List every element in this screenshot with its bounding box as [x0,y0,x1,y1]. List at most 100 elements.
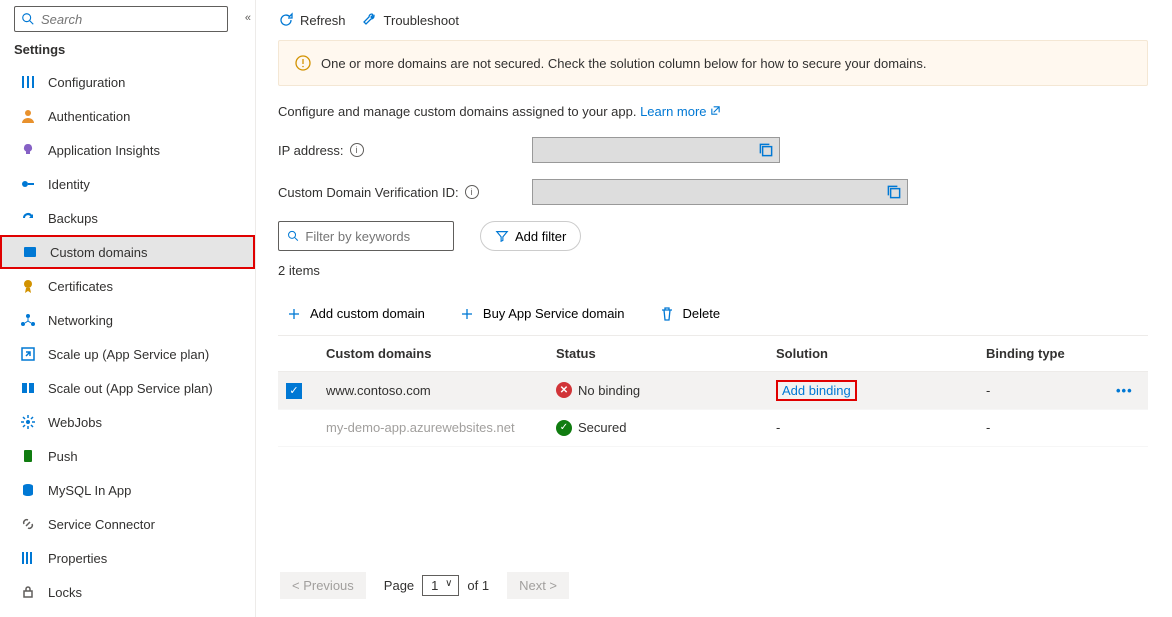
warning-icon [295,55,311,71]
col-solution[interactable]: Solution [768,336,978,372]
troubleshoot-label: Troubleshoot [384,13,459,28]
pager: < Previous Page 1 ∨ of 1 Next > [256,554,1172,617]
sidebar-item-custom-domains[interactable]: Custom domains [0,235,255,269]
nav-label: MySQL In App [48,483,131,498]
refresh-icon [278,12,294,28]
warning-alert: One or more domains are not secured. Che… [278,40,1148,86]
copy-ip-button[interactable] [757,141,775,159]
sidebar-item-authentication[interactable]: Authentication [0,99,255,133]
sidebar-item-scale-up[interactable]: Scale up (App Service plan) [0,337,255,371]
nav-label: Configuration [48,75,125,90]
search-icon [287,229,299,243]
sidebar-item-app-insights[interactable]: Application Insights [0,133,255,167]
copy-cdv-button[interactable] [885,183,903,201]
add-custom-domain-button[interactable]: Add custom domain [278,306,425,322]
add-filter-button[interactable]: Add filter [480,221,581,251]
learn-more-link[interactable]: Learn more [640,104,721,119]
sidebar-section-settings: Settings [0,38,255,65]
col-binding[interactable]: Binding type [978,336,1108,372]
status-ok-icon: ✓ [556,420,572,436]
nav-label: Scale out (App Service plan) [48,381,213,396]
scale-up-icon [20,346,36,362]
search-input[interactable] [41,12,227,27]
search-icon [21,12,35,26]
wrench-icon [362,12,378,28]
sidebar-item-identity[interactable]: Identity [0,167,255,201]
nav-label: Application Insights [48,143,160,158]
table-row[interactable]: my-demo-app.azurewebsites.net ✓Secured -… [278,409,1148,446]
nav-label: Locks [48,585,82,600]
certificate-icon [20,278,36,294]
sidebar-item-properties[interactable]: Properties [0,541,255,575]
item-count: 2 items [278,263,1148,278]
sidebar-item-scale-out[interactable]: Scale out (App Service plan) [0,371,255,405]
filter-input[interactable] [305,229,445,244]
cell-solution: - [768,409,978,446]
sidebar-item-certificates[interactable]: Certificates [0,269,255,303]
nav-label: Authentication [48,109,130,124]
buy-domain-button[interactable]: Buy App Service domain [451,306,625,322]
properties-icon [20,550,36,566]
nav-label: Networking [48,313,113,328]
gear-icon [20,414,36,430]
table-row[interactable]: ✓ www.contoso.com ✕No binding Add bindin… [278,372,1148,410]
sidebar-item-webjobs[interactable]: WebJobs [0,405,255,439]
page-select[interactable]: 1 ∨ [422,575,459,596]
link-icon [20,516,36,532]
add-filter-label: Add filter [515,229,566,244]
sidebar-item-configuration[interactable]: Configuration [0,65,255,99]
alert-text: One or more domains are not secured. Che… [321,56,927,71]
delete-button[interactable]: Delete [651,306,721,322]
nav-label: Certificates [48,279,113,294]
filter-keywords[interactable] [278,221,454,251]
network-icon [20,312,36,328]
user-icon [20,108,36,124]
sidebar-collapse[interactable]: « [245,12,251,24]
content-toolbar: Refresh Troubleshoot [256,0,1172,40]
nav-label: Properties [48,551,107,566]
sidebar-item-service-connector[interactable]: Service Connector [0,507,255,541]
ip-address-label: IP address:i [278,143,532,158]
sidebar-item-push[interactable]: Push [0,439,255,473]
col-status[interactable]: Status [548,336,768,372]
col-domain[interactable]: Custom domains [318,336,548,372]
sidebar-item-mysql[interactable]: MySQL In App [0,473,255,507]
prev-page-button[interactable]: < Previous [280,572,366,599]
trash-icon [659,306,675,322]
sidebar-item-backups[interactable]: Backups [0,201,255,235]
page-description: Configure and manage custom domains assi… [278,104,1148,119]
cdv-id-value [532,179,908,205]
database-icon [20,482,36,498]
cdv-id-label: Custom Domain Verification ID:i [278,185,532,200]
nav-label: Custom domains [50,245,148,260]
troubleshoot-button[interactable]: Troubleshoot [362,12,459,28]
nav-label: Identity [48,177,90,192]
external-link-icon [710,105,721,116]
page-label: Page [384,578,414,593]
row-checkbox[interactable]: ✓ [286,383,302,399]
funnel-icon [495,229,509,243]
refresh-label: Refresh [300,13,346,28]
row-menu[interactable]: ••• [1116,383,1133,398]
refresh-button[interactable]: Refresh [278,12,346,28]
sidebar-item-networking[interactable]: Networking [0,303,255,337]
push-icon [20,448,36,464]
sliders-icon [20,74,36,90]
plus-icon [286,306,302,322]
key-icon [20,176,36,192]
info-icon[interactable]: i [350,143,364,157]
nav-label: Scale up (App Service plan) [48,347,209,362]
domain-icon [22,244,38,260]
plus-icon [459,306,475,322]
cell-binding: - [978,409,1108,446]
status-error-icon: ✕ [556,382,572,398]
nav-label: Service Connector [48,517,155,532]
cell-domain: my-demo-app.azurewebsites.net [318,409,548,446]
nav-label: WebJobs [48,415,102,430]
add-binding-link[interactable]: Add binding [776,380,857,401]
nav-label: Backups [48,211,98,226]
sidebar-item-locks[interactable]: Locks [0,575,255,609]
sidebar-search[interactable] [14,6,228,32]
info-icon[interactable]: i [465,185,479,199]
next-page-button[interactable]: Next > [507,572,569,599]
